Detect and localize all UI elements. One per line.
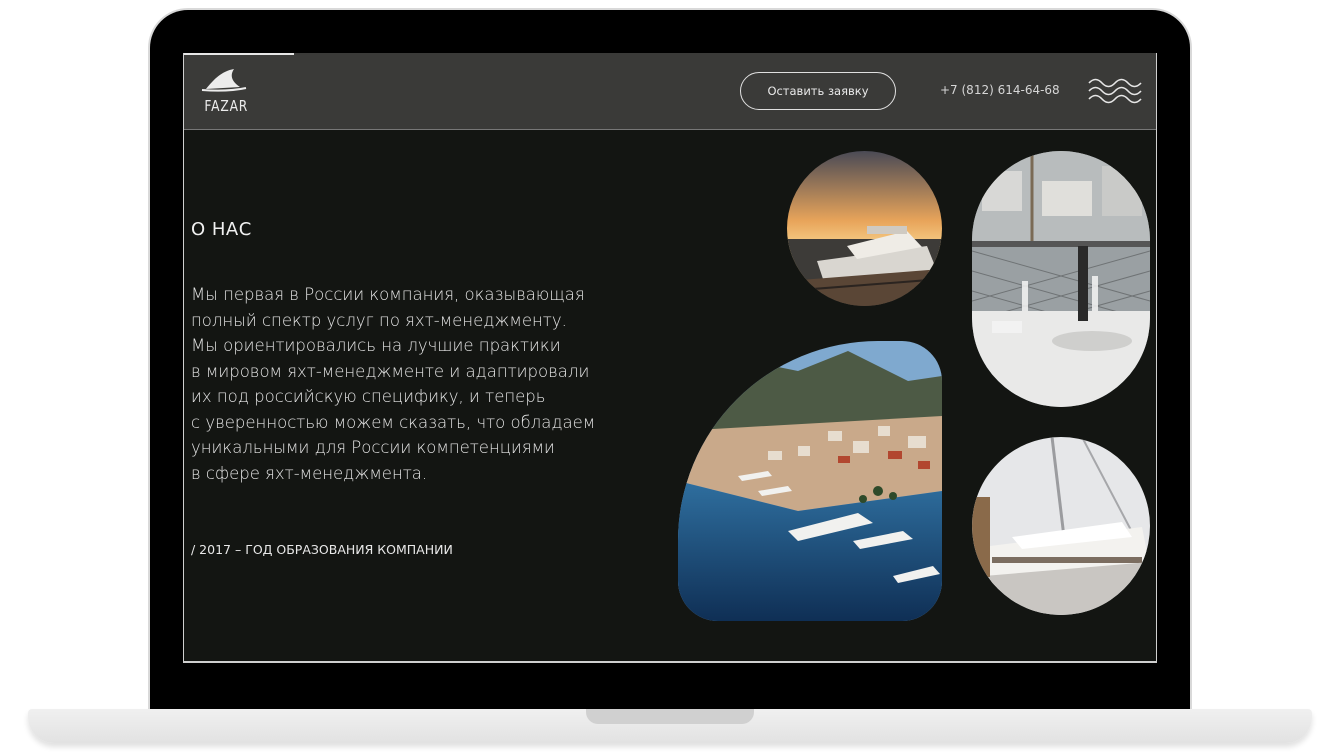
- phone-link[interactable]: +7 (812) 614-64-68: [940, 83, 1060, 97]
- about-line: в мировом яхт-менеджменте и адаптировали: [191, 361, 590, 381]
- restaurant-table-photo: [972, 151, 1150, 407]
- about-line: в сфере яхт-менеджмента.: [191, 463, 428, 483]
- about-line: их под российскую специфику, и теперь: [191, 387, 546, 406]
- waves-menu-icon[interactable]: [1087, 75, 1143, 107]
- shark-fin-logo-icon: [201, 69, 247, 92]
- marina-yacht-photo: [972, 437, 1150, 615]
- founded-year-note: / 2017 – ГОД ОБРАЗОВАНИЯ КОМПАНИИ: [191, 542, 453, 557]
- logo-link[interactable]: FAZAR: [200, 67, 248, 119]
- about-description: Мы первая в России компания, оказывающая…: [191, 282, 621, 486]
- laptop-notch: [586, 709, 754, 724]
- site-header: FAZAR Оставить заявку +7 (812) 614-64-68: [184, 53, 1156, 130]
- section-title: О НАС: [191, 219, 252, 240]
- scroll-progress-bar: [184, 53, 294, 55]
- about-line: с уверенностью можем сказать, что облада…: [191, 412, 596, 432]
- about-line: Мы ориентировались на лучшие практики: [191, 336, 561, 355]
- about-line: Мы первая в России компания, оказывающая: [191, 285, 585, 304]
- harbor-town-photo: [678, 341, 942, 621]
- website-screen: FAZAR Оставить заявку +7 (812) 614-64-68…: [183, 53, 1157, 663]
- sunset-yacht-photo: [787, 151, 942, 306]
- logo-wordmark: FAZAR: [204, 97, 249, 115]
- leave-request-button[interactable]: Оставить заявку: [740, 72, 896, 110]
- about-line: уникальными для России компетенциями: [191, 438, 555, 457]
- about-line: полный спектр услуг по яхт-менеджменту.: [191, 310, 567, 330]
